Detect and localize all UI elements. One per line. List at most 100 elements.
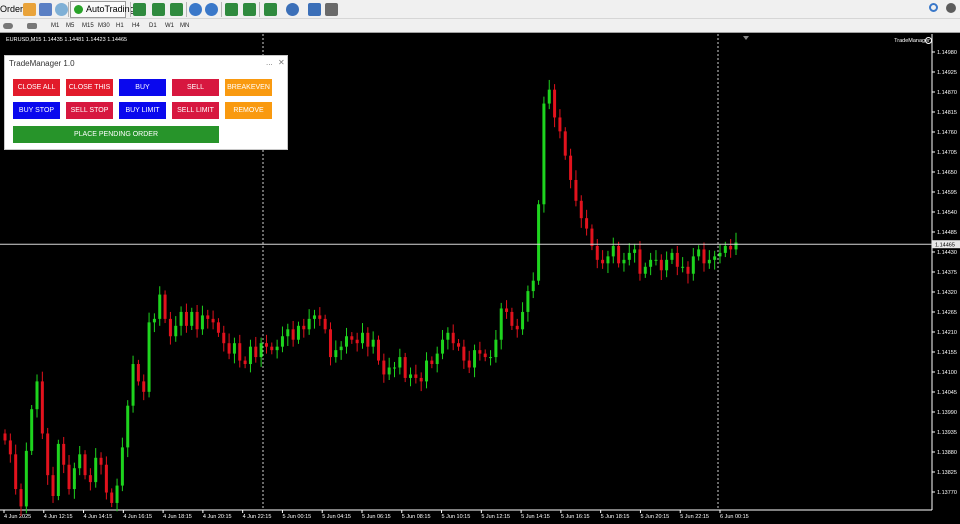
candle-body <box>248 346 252 365</box>
zoom-out-icon[interactable] <box>205 3 218 16</box>
timeframe-w1[interactable]: W1 <box>165 22 174 31</box>
sell-button[interactable]: SELL <box>172 79 219 96</box>
timeframe-mn[interactable]: MN <box>180 22 189 31</box>
time-tick-label: 4 Jun 16:15 <box>123 514 152 520</box>
candlestick-icon[interactable] <box>152 3 165 16</box>
indicators-icon[interactable] <box>264 3 277 16</box>
candle-body <box>585 218 589 229</box>
time-tick-label: 4 Jun 12:15 <box>44 514 73 520</box>
candle-body <box>729 245 733 250</box>
candle-body <box>478 350 482 354</box>
candle-body <box>8 440 12 455</box>
autotrading-label: AutoTrading <box>86 4 135 14</box>
close-this-button[interactable]: CLOSE THIS <box>66 79 113 96</box>
candle-body <box>713 256 717 260</box>
timeframe-d1[interactable]: D1 <box>149 22 157 31</box>
search-icon[interactable] <box>929 3 938 12</box>
periods-icon[interactable] <box>286 3 299 16</box>
price-tick-label: 1.14925 <box>937 70 957 76</box>
timeframe-h4[interactable]: H4 <box>132 22 140 31</box>
buy-button[interactable]: BUY <box>119 79 166 96</box>
buy-stop-button[interactable]: BUY STOP <box>13 102 60 119</box>
candle-body <box>558 117 562 132</box>
candle-body <box>387 367 391 375</box>
candle-body <box>323 318 327 330</box>
price-tick-label: 1.14265 <box>937 310 957 316</box>
sell-stop-button[interactable]: SELL STOP <box>66 102 113 119</box>
price-tick-label: 1.13935 <box>937 430 957 436</box>
zoom-in-icon[interactable] <box>189 3 202 16</box>
auto-scroll-icon[interactable] <box>225 3 238 16</box>
timeframe-h1[interactable]: H1 <box>116 22 124 31</box>
time-tick-label: 6 Jun 00:15 <box>720 514 749 520</box>
breakeven-button[interactable]: BREAKEVEN <box>225 79 272 96</box>
candle-body <box>350 336 354 340</box>
candle-body <box>19 489 23 507</box>
candle-body <box>24 450 28 507</box>
candle-body <box>441 339 445 354</box>
navigator-icon[interactable] <box>39 3 52 16</box>
candle-body <box>537 204 541 281</box>
minimize-button[interactable]: ... <box>266 58 273 67</box>
candle-body <box>62 443 66 465</box>
bar-chart-icon[interactable] <box>133 3 146 16</box>
close-icon[interactable]: ✕ <box>278 58 285 67</box>
candle-body <box>227 343 231 354</box>
candle-body <box>601 259 605 264</box>
candle-body <box>409 374 413 378</box>
candle-body <box>163 294 167 319</box>
cursor-icon[interactable] <box>27 23 37 29</box>
price-tick-label: 1.13825 <box>937 470 957 476</box>
candle-body <box>35 381 39 410</box>
sell-limit-button[interactable]: SELL LIMIT <box>172 102 219 119</box>
candle-body <box>115 485 119 503</box>
close-all-button[interactable]: CLOSE ALL <box>13 79 60 96</box>
candle-body <box>99 457 103 465</box>
candle-body <box>553 89 557 118</box>
candle-body <box>152 318 156 323</box>
candle-body <box>232 343 236 354</box>
community-icon[interactable] <box>946 3 956 13</box>
candle-body <box>643 266 647 274</box>
new-order-button[interactable]: Order <box>0 2 23 17</box>
candle-body <box>510 311 514 326</box>
price-tick-label: 1.14320 <box>937 290 957 296</box>
panel-title: TradeManager 1.0 <box>9 59 75 68</box>
candle-body <box>579 200 583 219</box>
autotrading-status-icon <box>74 5 83 14</box>
remove-button[interactable]: REMOVE <box>225 102 272 119</box>
candle-body <box>51 475 55 496</box>
candle-body <box>446 332 450 340</box>
candle-body <box>515 325 519 330</box>
timeframe-m1[interactable]: M1 <box>51 22 59 31</box>
templates-icon[interactable] <box>308 3 321 16</box>
candle-body <box>451 332 455 344</box>
candle-body <box>590 228 594 246</box>
place-pending-order-button[interactable]: PLACE PENDING ORDER <box>13 126 219 143</box>
time-tick-label: 5 Jun 08:15 <box>402 514 431 520</box>
timeframe-m5[interactable]: M5 <box>66 22 74 31</box>
candle-body <box>3 433 7 441</box>
candle-body <box>489 357 493 359</box>
strategy-tester-icon[interactable] <box>55 3 68 16</box>
autotrading-button[interactable]: AutoTrading <box>70 1 135 18</box>
time-tick-label: 5 Jun 16:15 <box>561 514 590 520</box>
candle-body <box>270 346 274 351</box>
crosshair-icon[interactable] <box>3 23 13 29</box>
candle-body <box>542 103 546 205</box>
candle-body <box>419 377 423 382</box>
buy-limit-button[interactable]: BUY LIMIT <box>119 102 166 119</box>
price-tick-label: 1.14595 <box>937 190 957 196</box>
candle-body <box>254 346 258 358</box>
time-tick-label: 4 Jun 14:15 <box>84 514 113 520</box>
timeframe-m30[interactable]: M30 <box>98 22 110 31</box>
line-chart-icon[interactable] <box>170 3 183 16</box>
candle-body <box>222 332 226 344</box>
candle-body <box>344 336 348 347</box>
profiles-icon[interactable] <box>325 3 338 16</box>
metaeditor-icon[interactable] <box>23 3 36 16</box>
candle-body <box>718 252 722 257</box>
timeframe-m15[interactable]: M15 <box>82 22 94 31</box>
candle-body <box>531 280 535 292</box>
chart-shift-icon[interactable] <box>243 3 256 16</box>
